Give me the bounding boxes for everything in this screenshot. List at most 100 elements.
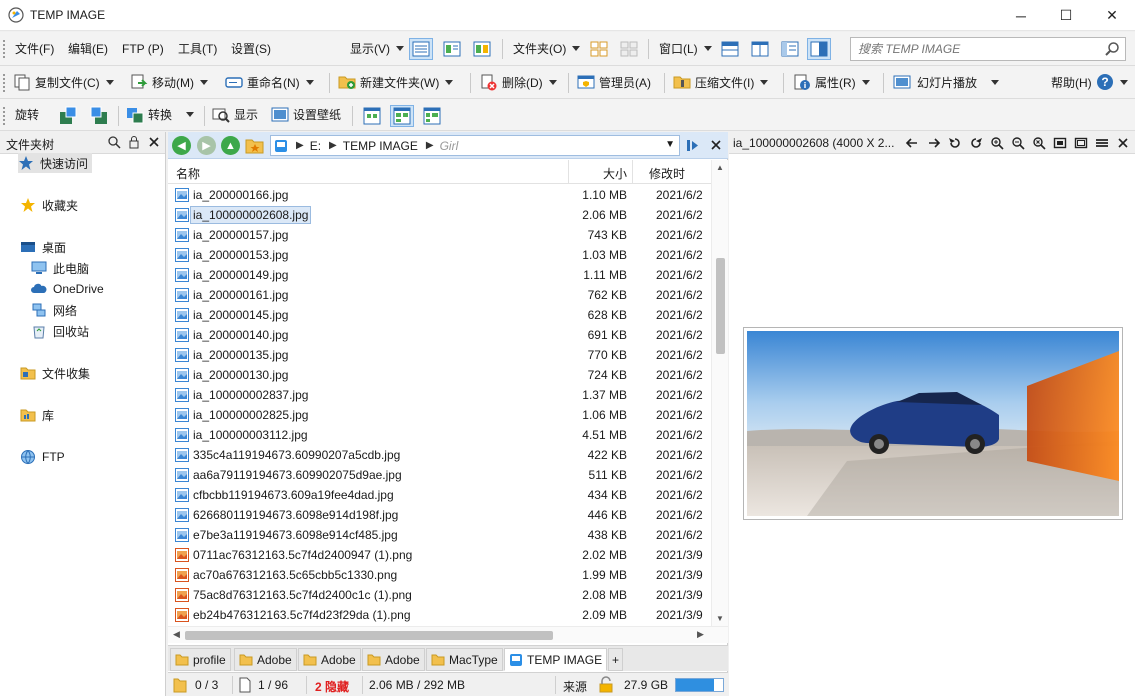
preview-image-frame[interactable] bbox=[743, 327, 1123, 520]
zoom-fit-icon[interactable] bbox=[1032, 136, 1046, 150]
arrow-left-icon[interactable] bbox=[905, 136, 919, 150]
file-row[interactable]: 0711ac76312163.5c7f4d2400947 (1).png 2.02… bbox=[168, 545, 711, 565]
layout-horizontal-button[interactable] bbox=[718, 38, 742, 60]
file-row[interactable]: ia_100000003112.jpg 4.51 MB 2021/6/2 bbox=[168, 425, 711, 445]
zoom-out-icon[interactable] bbox=[1011, 136, 1025, 150]
tree-item-ftp[interactable]: FTP bbox=[20, 447, 65, 467]
scroll-left-icon[interactable]: ◀ bbox=[173, 629, 180, 640]
file-row[interactable]: ia_200000153.jpg 1.03 MB 2021/6/2 bbox=[168, 245, 711, 265]
minimize-button[interactable]: ─ bbox=[998, 0, 1044, 31]
wallpaper-button[interactable]: 设置壁纸 bbox=[271, 99, 341, 130]
tab-profile[interactable]: profile bbox=[170, 648, 231, 671]
scrollbar-thumb[interactable] bbox=[185, 631, 553, 640]
folder-menu[interactable]: 文件夹(O) bbox=[513, 32, 581, 65]
thumbnail-grid-button[interactable] bbox=[390, 105, 414, 127]
preview-toggle-icon[interactable] bbox=[686, 139, 699, 152]
compress-button[interactable]: 压缩文件(I) bbox=[673, 66, 769, 98]
actual-size-icon[interactable] bbox=[1053, 136, 1067, 150]
status-source[interactable]: 来源 bbox=[563, 678, 587, 695]
delete-button[interactable]: 删除(D) bbox=[480, 66, 557, 98]
favorite-folder-icon[interactable] bbox=[245, 136, 264, 155]
tree-item-library[interactable]: 库 bbox=[20, 405, 54, 425]
tree-item-collection[interactable]: 文件收集 bbox=[20, 363, 90, 383]
column-size[interactable]: 大小 bbox=[603, 165, 627, 182]
column-divider[interactable] bbox=[568, 160, 569, 184]
view-dual-button[interactable] bbox=[470, 38, 494, 60]
up-button[interactable]: ▲ bbox=[221, 136, 240, 155]
file-row[interactable]: cfbcbb119194673.609a19fee4dad.jpg 434 KB 2… bbox=[168, 485, 711, 505]
file-row[interactable]: ia_100000002825.jpg 1.06 MB 2021/6/2 bbox=[168, 405, 711, 425]
rotate-button[interactable]: 旋转 bbox=[15, 99, 39, 130]
search-icon[interactable] bbox=[107, 135, 121, 149]
tree-item-favorites[interactable]: 收藏夹 bbox=[20, 195, 78, 215]
menu-tools[interactable]: 工具(T) bbox=[178, 32, 217, 65]
convert-button[interactable]: 转换 bbox=[126, 99, 195, 130]
thumbnail-alt-button[interactable] bbox=[617, 38, 641, 60]
move-button[interactable]: 移动(M) bbox=[130, 66, 208, 98]
status-hidden-count[interactable]: 2 隐藏 bbox=[315, 678, 349, 695]
file-row[interactable]: ia_200000166.jpg 1.10 MB 2021/6/2 bbox=[168, 185, 711, 205]
thumbnail-view-button[interactable] bbox=[587, 38, 611, 60]
thumbnail-down-button[interactable] bbox=[360, 105, 384, 127]
column-divider[interactable] bbox=[632, 160, 633, 184]
menu-settings[interactable]: 设置(S) bbox=[231, 32, 271, 65]
tree-item-quick-access[interactable]: 快速访问 bbox=[18, 153, 93, 173]
lock-icon[interactable] bbox=[598, 676, 614, 693]
toolbar-grip[interactable] bbox=[3, 107, 5, 125]
search-box[interactable] bbox=[850, 37, 1126, 61]
scroll-down-icon[interactable]: ▼ bbox=[716, 614, 724, 623]
arrow-right-icon[interactable] bbox=[927, 136, 941, 150]
file-row[interactable]: ia_100000002608.jpg 2.06 MB 2021/6/2 bbox=[168, 205, 711, 225]
rename-button[interactable]: 重命名(N) bbox=[225, 66, 314, 98]
file-row[interactable]: ia_200000135.jpg 770 KB 2021/6/2 bbox=[168, 345, 711, 365]
file-row[interactable]: ia_200000157.jpg 743 KB 2021/6/2 bbox=[168, 225, 711, 245]
maximize-button[interactable]: ☐ bbox=[1043, 0, 1089, 31]
close-icon[interactable] bbox=[1116, 136, 1130, 150]
toolbar-grip[interactable] bbox=[3, 40, 5, 58]
file-row[interactable]: ac70a676312163.5c65cbb5c1330.png 1.99 MB 2… bbox=[168, 565, 711, 585]
display-menu[interactable]: 显示(V) bbox=[350, 32, 404, 65]
file-row[interactable]: 75ac8d76312163.5c7f4d2400c1c (1).png 2.08… bbox=[168, 585, 711, 605]
tree-item-onedrive[interactable]: OneDrive bbox=[31, 279, 104, 299]
file-row[interactable]: 335c4a119194673.60990207a5cdb.jpg 422 KB 2… bbox=[168, 445, 711, 465]
fit-window-icon[interactable] bbox=[1074, 136, 1088, 150]
column-modified[interactable]: 修改时 bbox=[649, 165, 685, 182]
layout-preview-button[interactable] bbox=[807, 38, 831, 60]
tree-item-recycle-bin[interactable]: 回收站 bbox=[31, 321, 89, 341]
layout-vertical-button[interactable] bbox=[748, 38, 772, 60]
menu-file[interactable]: 文件(F) bbox=[15, 32, 54, 65]
view-details-button[interactable] bbox=[409, 38, 433, 60]
tab-adobe[interactable]: Adobe bbox=[298, 648, 361, 671]
rotate-left-button[interactable] bbox=[56, 105, 80, 127]
search-icon[interactable] bbox=[1104, 41, 1120, 57]
zoom-in-icon[interactable] bbox=[990, 136, 1004, 150]
add-tab-button[interactable]: + bbox=[608, 648, 624, 671]
window-menu[interactable]: 窗口(L) bbox=[659, 32, 712, 65]
file-row[interactable]: aa6a79119194673.609902075d9ae.jpg 511 KB 2… bbox=[168, 465, 711, 485]
thumbnail-list-button[interactable] bbox=[420, 105, 444, 127]
close-button[interactable]: ✕ bbox=[1089, 0, 1135, 31]
tree-item-network[interactable]: 网络 bbox=[31, 300, 77, 320]
layout-tree-button[interactable] bbox=[778, 38, 802, 60]
menu-edit[interactable]: 编辑(E) bbox=[68, 32, 108, 65]
file-row[interactable]: ia_200000145.jpg 628 KB 2021/6/2 bbox=[168, 305, 711, 325]
chevron-down-icon[interactable]: ▼ bbox=[665, 139, 675, 150]
rotate-right-icon[interactable] bbox=[969, 136, 983, 150]
forward-button[interactable]: ▶ bbox=[197, 136, 216, 155]
copy-button[interactable]: 复制文件(C) bbox=[13, 66, 114, 98]
scrollbar-thumb[interactable] bbox=[716, 258, 725, 354]
tree-item-desktop[interactable]: 桌面 bbox=[20, 237, 66, 257]
help-button[interactable]: 帮助(H) ? bbox=[1051, 66, 1128, 98]
properties-button[interactable]: 属性(R) bbox=[793, 66, 870, 98]
lock-icon[interactable] bbox=[127, 135, 141, 149]
tab-adobe[interactable]: Adobe bbox=[234, 648, 297, 671]
vertical-scrollbar[interactable]: ▲ ▼ bbox=[711, 160, 728, 626]
rotate-right-button[interactable] bbox=[87, 105, 111, 127]
back-button[interactable]: ◀ bbox=[172, 136, 191, 155]
view-preview-button[interactable] bbox=[440, 38, 464, 60]
breadcrumb-folder[interactable]: TEMP IMAGE bbox=[343, 139, 418, 153]
file-row[interactable]: ia_200000161.jpg 762 KB 2021/6/2 bbox=[168, 285, 711, 305]
search-input[interactable] bbox=[851, 38, 1091, 60]
menu-ftp[interactable]: FTP (P) bbox=[122, 32, 164, 65]
file-row[interactable]: ia_200000130.jpg 724 KB 2021/6/2 bbox=[168, 365, 711, 385]
